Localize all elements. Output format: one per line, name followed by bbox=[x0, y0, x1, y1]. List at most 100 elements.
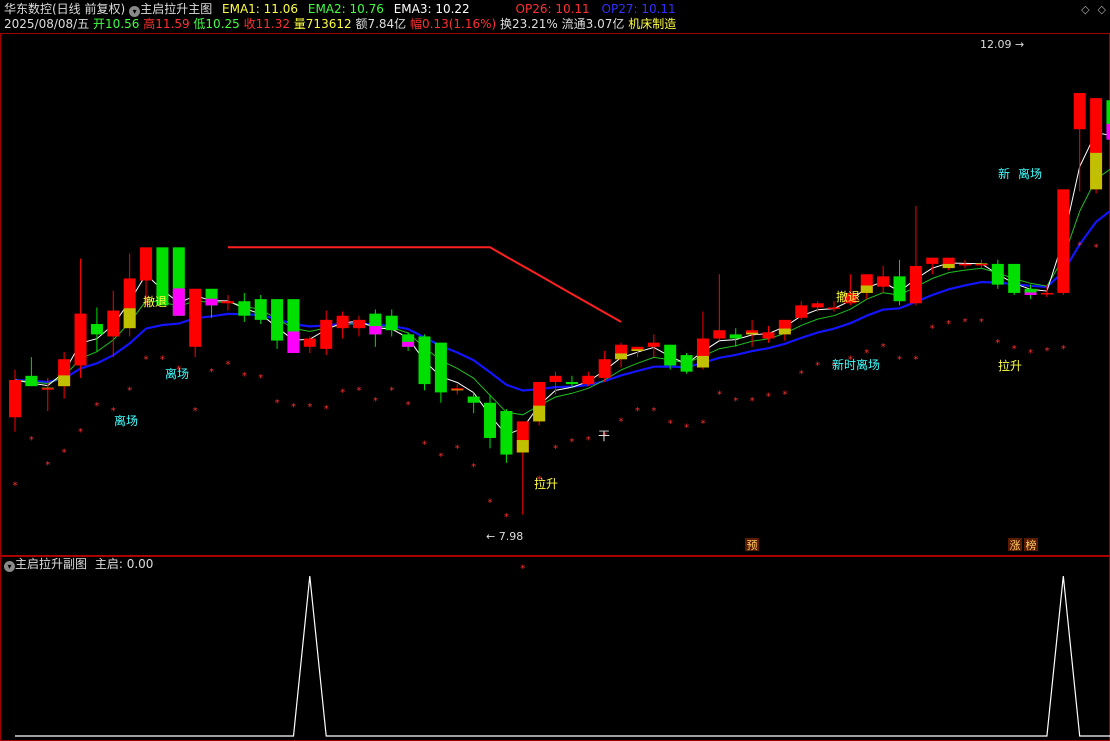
candle-body bbox=[795, 305, 808, 318]
candle-overlay bbox=[451, 389, 464, 391]
candle-body bbox=[107, 310, 120, 337]
candle-overlay bbox=[369, 326, 382, 335]
candle-body bbox=[189, 288, 202, 347]
candle-body bbox=[254, 299, 267, 320]
candle-body bbox=[303, 338, 316, 347]
candle-body bbox=[434, 342, 447, 393]
trail-star: * bbox=[1044, 346, 1049, 357]
candle-body bbox=[598, 359, 611, 378]
candle-overlay bbox=[696, 355, 709, 368]
trail-star: * bbox=[668, 419, 673, 430]
low-price-label: ← 7.98 bbox=[486, 530, 523, 543]
trail-star: * bbox=[144, 354, 149, 365]
candle-overlay bbox=[778, 328, 791, 335]
candle-body bbox=[90, 324, 103, 335]
op-line-layer bbox=[227, 246, 622, 323]
candle-overlay bbox=[860, 285, 873, 293]
sub-indicator-line bbox=[15, 575, 1110, 737]
candle-body bbox=[385, 315, 398, 331]
trail-star: * bbox=[1012, 344, 1017, 355]
candle-body bbox=[418, 336, 431, 385]
trail-star: * bbox=[651, 406, 656, 417]
chart-annotation: 拉升 bbox=[998, 358, 1022, 373]
trail-star: * bbox=[275, 398, 280, 409]
candle-overlay bbox=[402, 341, 415, 347]
candle-overlay bbox=[975, 263, 988, 264]
trail-star: * bbox=[324, 404, 329, 415]
high-price-label: 12.09 → bbox=[980, 38, 1024, 51]
chart-annotation: 离场 bbox=[114, 413, 138, 428]
candle-body bbox=[565, 382, 578, 385]
trail-star: * bbox=[340, 387, 345, 398]
candle-body bbox=[549, 375, 562, 383]
trail-star: * bbox=[553, 443, 558, 454]
candle-body bbox=[320, 319, 333, 349]
trail-star: * bbox=[258, 373, 263, 384]
badge-label: 涨 bbox=[1010, 539, 1021, 552]
candle-overlay bbox=[287, 331, 300, 354]
candle-body bbox=[926, 257, 939, 264]
candle-body bbox=[74, 313, 87, 366]
trail-star: * bbox=[1061, 344, 1066, 355]
candle-body bbox=[271, 299, 284, 341]
trail-star: * bbox=[684, 423, 689, 434]
trail-star: * bbox=[586, 435, 591, 446]
trail-star: * bbox=[782, 390, 787, 401]
candle-body bbox=[647, 342, 660, 347]
trail-star: * bbox=[619, 417, 624, 428]
badge-label: 榜 bbox=[1026, 538, 1037, 552]
candle-body bbox=[238, 301, 251, 316]
candle-overlay bbox=[516, 440, 529, 453]
candle-body bbox=[762, 332, 775, 339]
candle-body bbox=[467, 396, 480, 403]
chart-annotation: 干 bbox=[598, 429, 610, 443]
trail-star: * bbox=[979, 317, 984, 328]
trail-star: * bbox=[995, 338, 1000, 349]
candle-body bbox=[729, 334, 742, 339]
candle-body bbox=[221, 301, 234, 304]
candle-overlay bbox=[172, 288, 185, 316]
sub-panel-border bbox=[0, 556, 1110, 741]
candle-body bbox=[713, 330, 726, 339]
chart-annotation: 新时离场 bbox=[832, 357, 880, 372]
trail-star: * bbox=[488, 497, 493, 508]
candle-body bbox=[909, 265, 922, 304]
trail-star: * bbox=[422, 439, 427, 450]
candle-body bbox=[1040, 292, 1053, 295]
trail-star: * bbox=[963, 317, 968, 328]
trail-star: * bbox=[94, 401, 99, 412]
candle-body bbox=[484, 402, 497, 438]
chart-annotation: 离场 bbox=[1018, 166, 1042, 181]
candle-body bbox=[500, 411, 513, 455]
candle-body bbox=[1008, 263, 1021, 293]
chart-annotation: 拉升 bbox=[534, 476, 558, 491]
candle-body bbox=[680, 355, 693, 372]
trail-star: * bbox=[1077, 240, 1082, 251]
trail-star: * bbox=[930, 323, 935, 334]
sub-indicator-layer bbox=[15, 575, 1110, 737]
trail-star: * bbox=[766, 392, 771, 403]
trail-star: * bbox=[45, 460, 50, 471]
trail-star: * bbox=[815, 361, 820, 372]
candle-body bbox=[959, 263, 972, 266]
candle-body bbox=[41, 388, 54, 390]
trail-star: * bbox=[438, 452, 443, 463]
candle-overlay bbox=[942, 263, 955, 269]
trail-star: * bbox=[471, 462, 476, 473]
trail-star: * bbox=[13, 481, 18, 492]
trail-star: * bbox=[946, 319, 951, 330]
candle-body bbox=[991, 263, 1004, 285]
trail-star: * bbox=[389, 385, 394, 396]
badge-label: 预 bbox=[747, 539, 758, 552]
candle-layer bbox=[9, 92, 1110, 515]
candle-body bbox=[140, 247, 153, 281]
trail-star: * bbox=[242, 371, 247, 382]
chart-annotation: 撤退 bbox=[143, 294, 167, 309]
trail-star: * bbox=[455, 443, 460, 454]
trail-star: * bbox=[700, 419, 705, 430]
price-chart[interactable]: * * * * * * * * * * * * * * * * * * * * * * * * * * * * * * * * * * * * * * * *… bbox=[0, 0, 1110, 741]
trail-star: * bbox=[733, 396, 738, 407]
trail-star: * bbox=[356, 385, 361, 396]
candle-body bbox=[582, 375, 595, 385]
trail-star: * bbox=[897, 354, 902, 365]
